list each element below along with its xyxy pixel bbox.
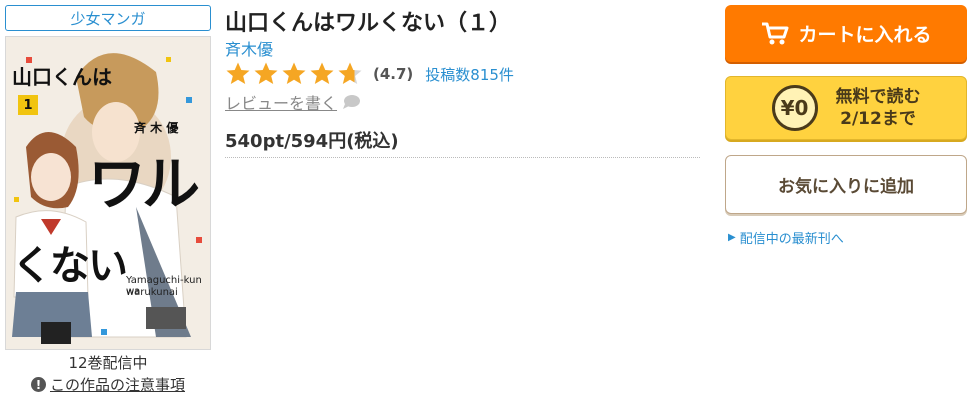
write-review-link[interactable]: レビューを書く	[225, 90, 361, 114]
notice-link[interactable]: ! この作品の注意事項	[5, 374, 211, 395]
read-free-text: 無料で読む 2/12まで	[836, 86, 921, 130]
star-icon	[226, 62, 250, 84]
add-to-cart-button[interactable]: カートに入れる	[725, 5, 967, 62]
star-icon	[310, 62, 334, 84]
rating-row: (4.7) 投稿数815件	[225, 60, 514, 88]
speech-bubble-icon	[343, 95, 361, 109]
genre-badge[interactable]: 少女マンガ	[5, 5, 211, 31]
triangle-right-icon: ▶	[728, 232, 736, 243]
cover-title-small: 山口くんは	[12, 65, 112, 89]
review-count-link[interactable]: 投稿数815件	[425, 64, 514, 85]
read-free-line2: 2/12まで	[840, 109, 916, 129]
star-icon	[338, 62, 362, 84]
book-cover-image[interactable]: 山口くんは 1 ワル くない 斉 木 優 Yamaguchi-kun wa wa…	[5, 36, 211, 350]
read-free-line1: 無料で読む	[835, 87, 921, 107]
cover-big-title: ワル	[88, 150, 200, 218]
cover-romaji-2: warukunai	[126, 287, 178, 298]
price: 540pt/594円(税込)	[225, 131, 399, 152]
star-icon	[282, 62, 306, 84]
cart-icon	[762, 22, 789, 44]
star-icon	[254, 62, 278, 84]
author-link[interactable]: 斉木優	[225, 36, 273, 60]
add-favorite-label: お気に入りに追加	[778, 177, 914, 197]
read-free-button[interactable]: ¥0 無料で読む 2/12まで	[725, 76, 967, 140]
add-to-cart-label: カートに入れる	[798, 24, 932, 46]
cover-author: 斉 木 優	[134, 121, 179, 135]
latest-volume-link[interactable]: ▶ 配信中の最新刊へ	[728, 228, 844, 247]
yen-coin-icon: ¥0	[771, 85, 818, 131]
cover-big-title-2: くない	[12, 243, 128, 289]
genre-label: 少女マンガ	[70, 9, 146, 28]
notice-label: この作品の注意事項	[49, 376, 185, 394]
exclamation-circle-icon: !	[30, 377, 46, 392]
rating-value: (4.7)	[373, 65, 414, 83]
star-rating	[225, 61, 363, 87]
write-review-label: レビューを書く	[225, 94, 338, 113]
book-title: 山口くんはワルくない（１）	[225, 11, 512, 36]
divider	[225, 157, 700, 158]
cover-volume-badge: 1	[18, 95, 38, 115]
add-favorite-button[interactable]: お気に入りに追加	[725, 155, 967, 214]
volumes-available: 12巻配信中	[68, 354, 148, 372]
latest-volume-label: 配信中の最新刊へ	[739, 232, 844, 247]
